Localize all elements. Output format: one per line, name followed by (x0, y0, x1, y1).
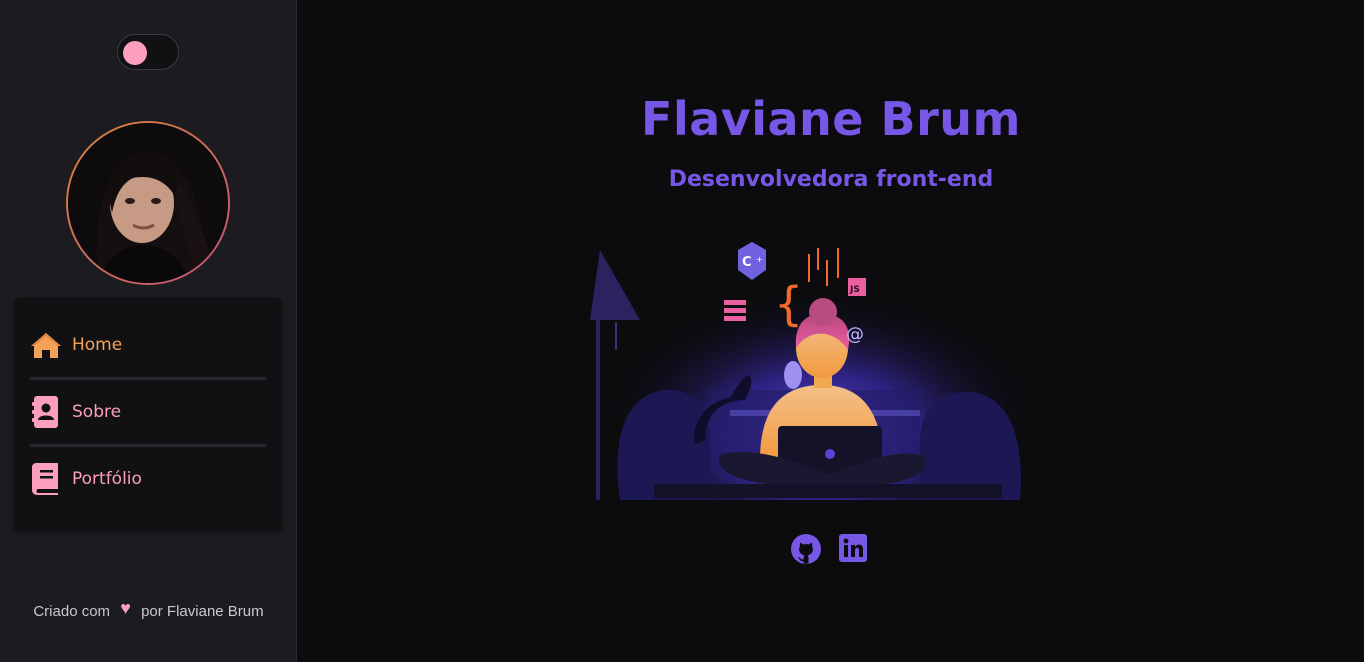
sidebar-footer: Criado com ♥ por Flaviane Brum (0, 598, 297, 621)
linkedin-icon (839, 534, 867, 562)
github-icon (791, 534, 821, 564)
book-icon (30, 463, 62, 495)
footer-suffix: por Flaviane Brum (141, 603, 264, 620)
avatar (66, 121, 230, 285)
avatar-photo (68, 123, 228, 283)
nav-label-portfolio: Portfólio (72, 469, 142, 489)
heart-icon: ♥ (120, 598, 131, 618)
nav-label-sobre: Sobre (72, 402, 122, 422)
toggle-knob (123, 41, 147, 65)
nav-item-sobre[interactable]: Sobre (30, 387, 266, 437)
sidebar-nav: Home Sobre Portfólio (14, 298, 282, 530)
nav-item-home[interactable]: Home (30, 320, 266, 370)
hero-name: Flaviane Brum (641, 92, 1021, 146)
house-icon (30, 329, 62, 361)
theme-toggle[interactable] (117, 34, 179, 70)
developer-illustration: C + { JS @ (590, 230, 1030, 500)
svg-text:JS: JS (849, 285, 860, 295)
nav-divider (30, 444, 266, 447)
nav-divider (30, 377, 266, 380)
svg-text:{: { (774, 277, 803, 331)
sidebar: Home Sobre Portfólio Criado com ♥ por Fl… (0, 0, 297, 662)
footer-prefix: Criado com (33, 603, 111, 620)
contact-card-icon (30, 396, 62, 428)
hero-role: Desenvolvedora front-end (668, 167, 994, 192)
github-link[interactable] (790, 533, 822, 565)
nav-label-home: Home (72, 335, 123, 355)
nav-item-portfolio[interactable]: Portfólio (30, 454, 266, 504)
linkedin-link[interactable] (838, 533, 870, 565)
svg-text:@: @ (846, 324, 864, 345)
svg-text:+: + (756, 255, 763, 264)
social-links (790, 533, 870, 565)
svg-text:C: C (742, 255, 752, 270)
